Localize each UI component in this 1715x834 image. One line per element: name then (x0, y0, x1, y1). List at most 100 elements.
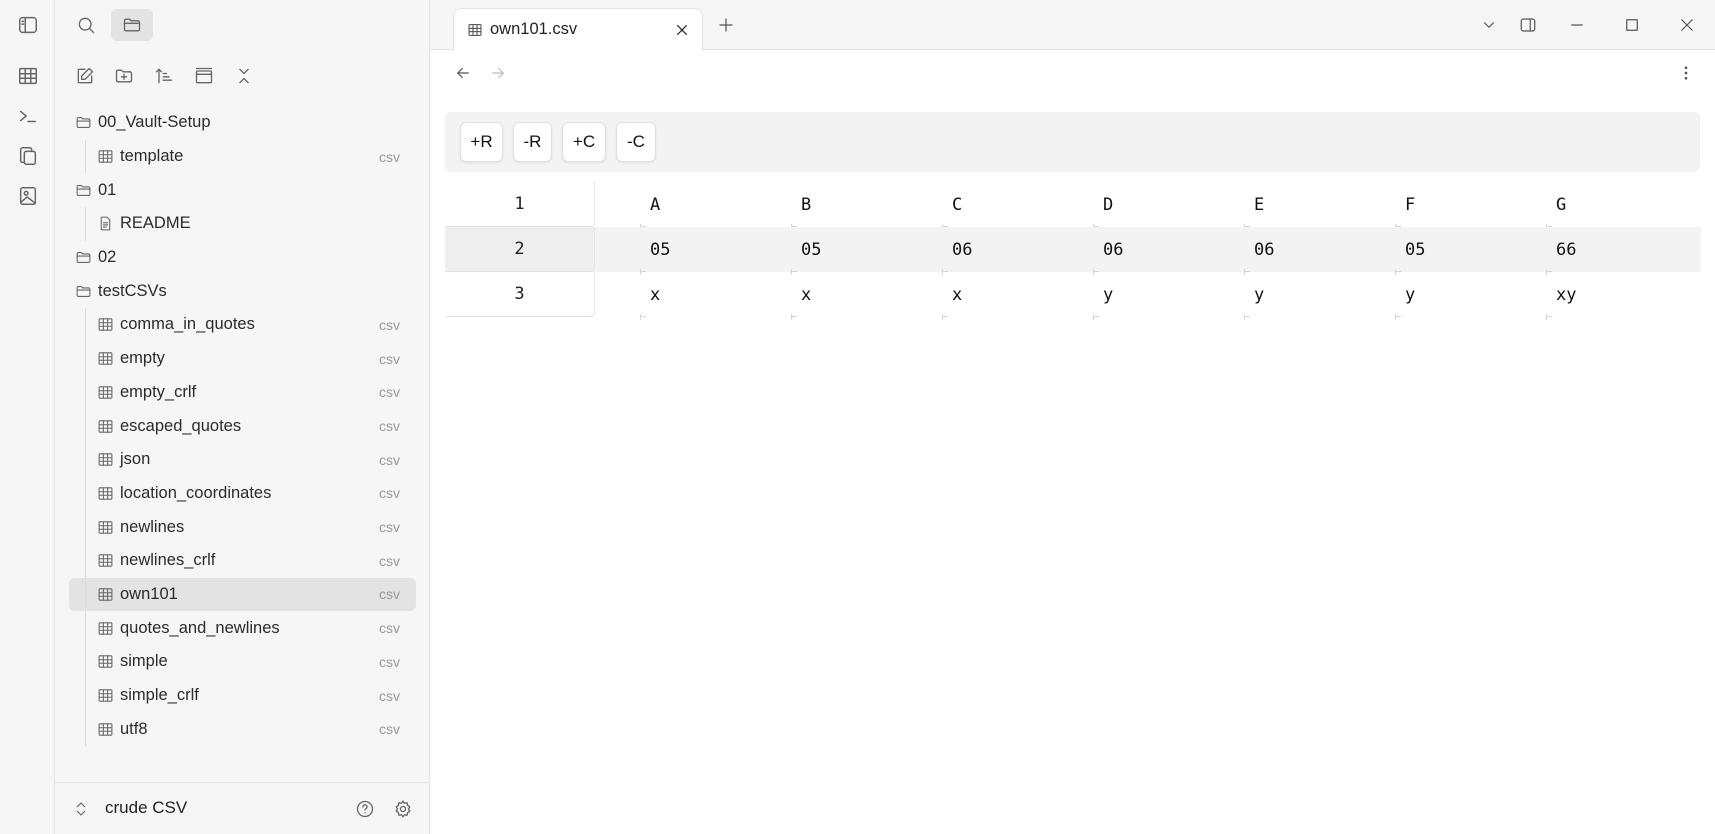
file-item[interactable]: simple csv (69, 645, 416, 679)
table-cell[interactable]: 06 (1093, 227, 1243, 275)
table-cell[interactable]: 05 (791, 227, 941, 275)
folder-icon (75, 114, 92, 131)
remove-column-button[interactable]: -C (616, 122, 656, 162)
new-folder-icon[interactable] (108, 60, 140, 92)
file-item[interactable]: newlines csv (69, 510, 416, 544)
table-cell[interactable]: F (1395, 182, 1545, 230)
table-cell[interactable]: 06 (942, 227, 1092, 275)
image-icon[interactable] (14, 182, 42, 210)
file-extension-badge: csv (379, 586, 400, 603)
tab-bar: own101.csv (430, 0, 1715, 51)
file-item[interactable]: quotes_and_newlines csv (69, 611, 416, 645)
csv-table: 1 A B C D E F G 2 05 05 06 06 06 05 66 3 x x x y y y xy (445, 182, 1701, 320)
vault-switcher-icon[interactable] (71, 799, 91, 819)
folder-item[interactable]: 01 (69, 173, 416, 207)
row-number[interactable]: 1 (445, 182, 595, 227)
item-label: simple (120, 652, 168, 671)
file-item[interactable]: simple_crlf csv (69, 678, 416, 713)
collapse-panel-icon[interactable] (188, 60, 220, 92)
table-icon (97, 350, 114, 367)
file-item[interactable]: escaped_quotes csv (69, 409, 416, 443)
file-extension-badge: csv (379, 148, 400, 165)
tab-own101[interactable]: own101.csv (453, 8, 703, 51)
file-item[interactable]: location_coordinates csv (69, 476, 416, 511)
vault-name[interactable]: crude CSV (105, 798, 187, 818)
table-cell[interactable]: A (640, 182, 790, 230)
row-number[interactable]: 3 (445, 272, 595, 317)
file-item[interactable]: template csv (69, 139, 416, 174)
file-extension-badge: csv (379, 653, 400, 670)
maximize-icon[interactable] (1619, 12, 1645, 38)
file-item[interactable]: json csv (69, 442, 416, 477)
table-cell[interactable]: xy (1546, 272, 1696, 320)
file-item[interactable]: own101 csv (69, 577, 416, 612)
table-cell[interactable]: 06 (1244, 227, 1394, 275)
back-arrow-icon[interactable] (450, 60, 476, 86)
file-item[interactable]: utf8 csv (69, 712, 416, 746)
new-note-icon[interactable] (69, 60, 101, 92)
item-label: json (120, 450, 151, 469)
table-cell[interactable]: x (640, 272, 790, 320)
file-extension-badge: csv (379, 350, 400, 367)
right-sidebar-toggle-icon[interactable] (1515, 12, 1541, 38)
table-cell[interactable]: y (1093, 272, 1243, 320)
file-extension-badge: csv (379, 485, 400, 502)
item-label: escaped_quotes (120, 416, 242, 435)
forward-arrow-icon[interactable] (485, 60, 511, 86)
table-cell[interactable]: y (1244, 272, 1394, 320)
file-item[interactable]: README (69, 207, 416, 241)
folder-item[interactable]: 00_Vault-Setup (69, 106, 416, 140)
table-cell[interactable]: G (1546, 182, 1696, 230)
add-column-button[interactable]: +C (562, 122, 606, 162)
file-extension-badge: csv (379, 451, 400, 468)
file-item[interactable]: empty_crlf csv (69, 375, 416, 410)
chevron-down-icon[interactable] (1476, 12, 1502, 38)
table-cell[interactable]: 66 (1546, 227, 1696, 275)
sidebar-footer: crude CSV (55, 782, 430, 834)
folder-item[interactable]: 02 (69, 241, 416, 275)
table-cell[interactable]: 05 (1395, 227, 1545, 275)
close-window-icon[interactable] (1674, 12, 1700, 38)
item-label: quotes_and_newlines (120, 618, 280, 637)
table-cell[interactable]: 05 (640, 227, 790, 275)
table-icon (97, 586, 114, 603)
search-icon[interactable] (65, 9, 107, 41)
file-extension-badge: csv (379, 552, 400, 569)
table-cell[interactable]: x (791, 272, 941, 320)
item-label: own101 (120, 584, 178, 603)
help-icon[interactable] (353, 797, 377, 821)
copy-icon[interactable] (14, 142, 42, 170)
folder-icon[interactable] (111, 9, 153, 41)
file-extension-badge: csv (379, 721, 400, 738)
table-icon (97, 485, 114, 502)
item-label: empty_crlf (120, 382, 197, 401)
table-cell[interactable]: D (1093, 182, 1243, 230)
minimize-icon[interactable] (1564, 12, 1590, 38)
settings-gear-icon[interactable] (391, 797, 415, 821)
collapse-all-icon[interactable] (228, 60, 260, 92)
document-icon (97, 215, 114, 232)
terminal-icon[interactable] (14, 102, 42, 130)
table-cell[interactable]: x (942, 272, 1092, 320)
more-options-icon[interactable] (1673, 60, 1699, 86)
file-item[interactable]: empty csv (69, 341, 416, 376)
table-cell[interactable]: y (1395, 272, 1545, 320)
close-tab-icon[interactable] (672, 20, 692, 40)
item-label: empty (120, 349, 165, 368)
remove-row-button[interactable]: -R (513, 122, 552, 162)
file-item[interactable]: comma_in_quotes csv (69, 308, 416, 342)
file-extension-badge: csv (379, 418, 400, 435)
new-tab-icon[interactable] (715, 14, 737, 36)
row-number[interactable]: 2 (445, 227, 595, 272)
table-cell[interactable]: E (1244, 182, 1394, 230)
sort-icon[interactable] (148, 60, 180, 92)
add-row-button[interactable]: +R (460, 122, 503, 162)
table-icon (97, 721, 114, 738)
table-cell[interactable]: B (791, 182, 941, 230)
table-icon[interactable] (14, 62, 42, 90)
table-cell[interactable]: C (942, 182, 1092, 230)
file-extension-badge: csv (379, 687, 400, 704)
file-item[interactable]: newlines_crlf csv (69, 543, 416, 578)
sidebar-toggle-icon[interactable] (14, 11, 42, 39)
folder-item[interactable]: testCSVs (69, 274, 416, 308)
